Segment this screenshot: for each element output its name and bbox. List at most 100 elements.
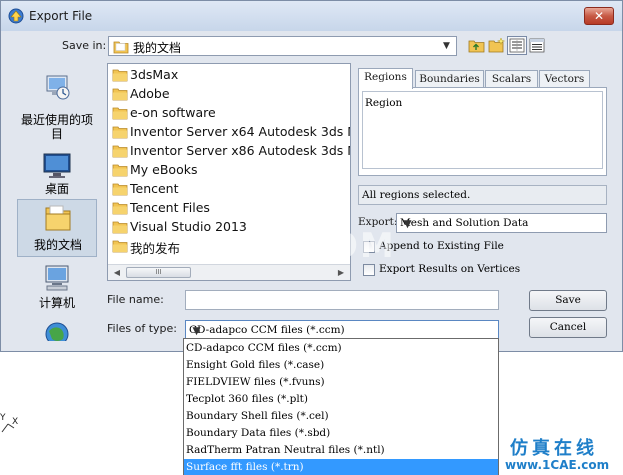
- chevron-down-icon: ▼: [192, 325, 201, 337]
- tab-regions[interactable]: Regions: [358, 68, 413, 89]
- type-option[interactable]: Boundary Shell files (*.cel): [184, 408, 498, 425]
- region-list[interactable]: Region: [362, 91, 603, 169]
- file-name: Tencent Files: [130, 200, 210, 215]
- new-folder-button[interactable]: [487, 36, 507, 55]
- up-folder-button[interactable]: [467, 36, 487, 55]
- save-in-value: 我的文档: [133, 41, 182, 55]
- vertices-checkbox-label: Export Results on Vertices: [379, 263, 521, 275]
- export-file-dialog: Export File ✕ Save in: 我的文档 ▼ 最近使用的项目 桌面…: [0, 0, 623, 352]
- folder-icon: [112, 164, 128, 177]
- new-folder-icon: [488, 37, 506, 53]
- file-name-label: File name:: [107, 293, 164, 306]
- file-name: My eBooks: [130, 162, 198, 177]
- type-option[interactable]: Boundary Data files (*.sbd): [184, 425, 498, 442]
- place-documents-label: 我的文档: [33, 238, 82, 252]
- export-value: Mesh and Solution Data: [400, 217, 529, 229]
- chevron-down-icon: ▼: [443, 41, 450, 51]
- type-option-highlighted[interactable]: Surface fft files (*.trn): [184, 459, 498, 475]
- selection-status: All regions selected.: [358, 185, 607, 205]
- list-item[interactable]: Tencent Files: [112, 199, 350, 218]
- recent-places-icon: [46, 75, 70, 100]
- folder-icon: [113, 41, 129, 54]
- place-network[interactable]: [17, 315, 97, 341]
- place-recent-label: 最近使用的项目: [20, 113, 93, 141]
- files-of-type-options: CD-adapco CCM files (*.ccm) Ensight Gold…: [183, 338, 499, 475]
- list-item[interactable]: My eBooks: [112, 161, 350, 180]
- close-icon: ✕: [593, 9, 605, 23]
- file-name-input[interactable]: [185, 290, 499, 310]
- folder-icon: [112, 69, 128, 82]
- list-item[interactable]: Tencent: [112, 180, 350, 199]
- list-view-icon: [509, 38, 525, 53]
- type-option[interactable]: CD-adapco CCM files (*.ccm): [184, 340, 498, 357]
- folder-icon: [112, 240, 128, 253]
- list-item[interactable]: 3dsMax: [112, 66, 350, 85]
- place-recent[interactable]: 最近使用的项目: [17, 69, 97, 141]
- folder-icon: [112, 183, 128, 196]
- file-name: 我的发布: [130, 241, 181, 256]
- cancel-button[interactable]: Cancel: [529, 317, 607, 338]
- list-item[interactable]: Inventor Server x86 Autodesk 3ds Max: [112, 142, 351, 161]
- documents-folder-icon: [45, 205, 71, 231]
- type-option[interactable]: RadTherm Patran Neutral files (*.ntl): [184, 442, 498, 459]
- files-of-type-dropdown[interactable]: CD-adapco CCM files (*.ccm) ▼: [185, 320, 499, 340]
- type-option[interactable]: Ensight Gold files (*.case): [184, 357, 498, 374]
- place-documents[interactable]: 我的文档: [17, 199, 97, 257]
- title-bar[interactable]: Export File ✕: [1, 1, 622, 31]
- details-view-icon: [529, 38, 545, 53]
- place-computer-label: 计算机: [38, 296, 75, 310]
- scrollbar-thumb[interactable]: III: [126, 267, 191, 278]
- axis-y-label: Y: [0, 413, 6, 423]
- watermark-url: www.1CAE.com: [505, 458, 610, 472]
- save-in-label: Save in:: [62, 39, 107, 52]
- files-of-type-label: Files of type:: [107, 322, 178, 335]
- type-option[interactable]: Tecplot 360 files (*.plt): [184, 391, 498, 408]
- place-desktop[interactable]: 桌面: [17, 148, 97, 206]
- place-desktop-label: 桌面: [44, 182, 69, 196]
- axis-triad-icon: Y X: [0, 413, 18, 433]
- scroll-left-icon[interactable]: ◀: [110, 267, 124, 279]
- file-name: e-on software: [130, 105, 216, 120]
- tab-scalars[interactable]: Scalars: [485, 70, 538, 88]
- export-dropdown[interactable]: Mesh and Solution Data ▼: [396, 213, 607, 233]
- chevron-down-icon: ▼: [403, 218, 412, 230]
- details-view-button[interactable]: [527, 36, 547, 55]
- file-name: Inventor Server x64 Autodesk 3ds Max: [130, 124, 351, 139]
- window-title: Export File: [29, 9, 93, 23]
- folder-icon: [112, 145, 128, 158]
- tab-boundaries[interactable]: Boundaries: [415, 70, 484, 88]
- file-name: Adobe: [130, 86, 170, 101]
- list-item[interactable]: Inventor Server x64 Autodesk 3ds Max: [112, 123, 351, 142]
- tab-vectors[interactable]: Vectors: [539, 70, 590, 88]
- file-name: Inventor Server x86 Autodesk 3ds Max: [130, 143, 351, 158]
- folder-icon: [112, 221, 128, 234]
- computer-icon: [45, 265, 69, 291]
- type-option[interactable]: FIELDVIEW files (*.fvuns): [184, 374, 498, 391]
- status-text: All regions selected.: [362, 189, 471, 201]
- watermark-brand: 仿真在线: [510, 438, 598, 459]
- axis-x-label: X: [12, 417, 18, 427]
- desktop-icon: [43, 153, 71, 178]
- folder-icon: [112, 202, 128, 215]
- list-item[interactable]: Adobe: [112, 85, 350, 104]
- folder-icon: [112, 88, 128, 101]
- folder-icon: [112, 107, 128, 120]
- network-icon: [45, 322, 69, 341]
- save-button[interactable]: Save: [529, 290, 607, 311]
- region-item[interactable]: Region: [365, 97, 402, 109]
- list-view-button[interactable]: [507, 36, 527, 55]
- save-in-dropdown[interactable]: 我的文档 ▼: [108, 36, 457, 56]
- places-bar: 最近使用的项目 桌面 我的文档 计算机: [15, 63, 99, 343]
- files-of-type-value: CD-adapco CCM files (*.ccm): [189, 324, 345, 336]
- place-computer[interactable]: 计算机: [17, 260, 97, 318]
- folder-icon: [112, 126, 128, 139]
- file-name: 3dsMax: [130, 67, 179, 82]
- scroll-right-icon[interactable]: ▶: [334, 267, 348, 279]
- app-icon: [8, 8, 24, 24]
- watermark-center: 1CAE.COM: [181, 226, 396, 266]
- file-name: Tencent: [130, 181, 179, 196]
- horizontal-scrollbar[interactable]: ◀ III ▶: [108, 264, 350, 280]
- close-button[interactable]: ✕: [584, 7, 614, 25]
- list-item[interactable]: e-on software: [112, 104, 350, 123]
- regions-panel: Region: [358, 87, 607, 176]
